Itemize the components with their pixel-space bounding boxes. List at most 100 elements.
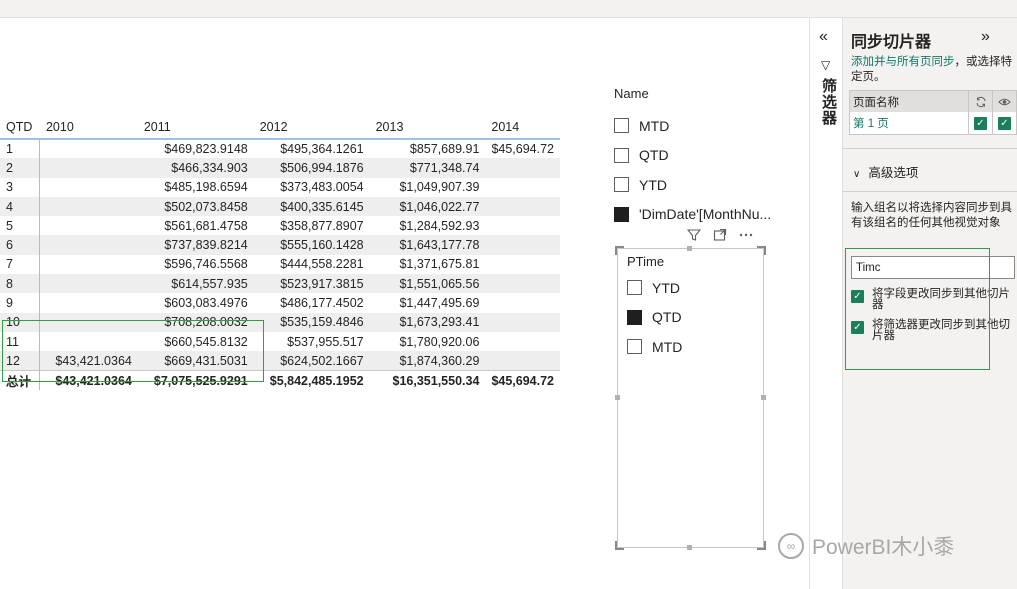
table-cell (485, 197, 560, 216)
resize-corner[interactable] (615, 541, 624, 550)
slicer-item-label: YTD (639, 176, 667, 193)
table-cell: $1,780,920.06 (399, 334, 480, 349)
table-cell: $537,955.517 (287, 334, 364, 349)
table-cell (485, 313, 560, 332)
slicer-item[interactable]: MTD (627, 332, 682, 362)
collapse-pane-icon[interactable]: » (981, 28, 990, 46)
row-header: 7 (0, 254, 41, 275)
filter-icon[interactable] (686, 228, 702, 245)
table-row[interactable]: 3 $485,198.6594 $373,483.0054 $1,049,907.39 (0, 177, 560, 197)
filter-pane-label[interactable]: 筛选器 (818, 78, 839, 126)
table-cell: $561,681.4758 (164, 218, 248, 233)
slicer-title: Name (614, 86, 649, 101)
slicer-checkbox[interactable] (627, 280, 642, 296)
page-name-link[interactable]: 第 1 页 (850, 115, 968, 131)
matrix-header-row: QTD 2010 2011 2012 2013 2014 (0, 115, 560, 139)
sync-icon (968, 91, 992, 112)
slicer-item[interactable]: QTD (614, 141, 814, 171)
slicer-item[interactable]: YTD (614, 170, 814, 200)
slicer-item-label: MTD (639, 117, 670, 134)
sync-pages-table: 页面名称 第 1 页 ✓ ✓ (849, 90, 1017, 135)
focus-mode-icon[interactable] (712, 228, 728, 245)
resize-corner[interactable] (757, 541, 766, 550)
table-cell (40, 158, 138, 177)
slicer-item[interactable]: MTD (614, 111, 814, 141)
funnel-icon: ▽ (821, 58, 831, 72)
slicer-checkbox[interactable] (614, 206, 629, 222)
table-cell (485, 178, 560, 197)
table-cell: $857,689.91 (409, 142, 480, 157)
name-slicer[interactable]: Name MTD QTD YTD 'DimDate'[MonthNu... (614, 86, 814, 229)
table-row[interactable]: 7 $596,746.5568 $444,558.2281 $1,371,675.81 (0, 254, 560, 275)
table-row[interactable]: 1 $469,823.9148 $495,364.1261 $857,689.91 $4… (0, 139, 560, 159)
table-cell: $1,049,907.39 (399, 180, 480, 195)
row-header: 1 (0, 139, 41, 159)
slicer-item[interactable]: YTD (627, 273, 682, 303)
table-cell: $596,746.5568 (164, 257, 248, 272)
table-row[interactable]: 4 $502,073.8458 $400,335.6145 $1,046,022.77 (0, 196, 560, 217)
matrix-col-header[interactable]: 2012 (254, 115, 370, 139)
table-cell (40, 255, 138, 274)
table-cell: $523,917.3815 (280, 276, 364, 291)
slicer-item[interactable]: QTD (627, 303, 682, 333)
table-cell: $1,551,065.56 (399, 276, 480, 291)
table-cell (485, 332, 560, 351)
row-header: 9 (0, 293, 41, 313)
slicer-item-label: 'DimDate'[MonthNu... (639, 206, 772, 223)
slicer-checkbox[interactable] (614, 177, 629, 193)
sync-all-pages-link[interactable]: 添加并与所有页同步 (851, 56, 955, 68)
visual-header (686, 228, 754, 245)
table-cell (40, 235, 138, 254)
row-header: 4 (0, 196, 41, 217)
matrix-col-header[interactable]: 2010 (40, 115, 138, 139)
table-cell (485, 255, 560, 274)
slicer-checkbox[interactable] (614, 118, 629, 134)
table-cell (40, 178, 138, 197)
table-cell: $1,673,293.41 (399, 315, 480, 330)
sync-description: 添加并与所有页同步，或选择特定页。 (851, 55, 1017, 85)
resize-handle[interactable] (687, 545, 692, 550)
table-cell: $535,159.4846 (280, 315, 364, 330)
slicer-item[interactable]: 'DimDate'[MonthNu... (614, 200, 814, 230)
table-cell (485, 158, 560, 177)
table-cell: $1,284,592.93 (399, 218, 480, 233)
sync-checkbox[interactable]: ✓ (974, 116, 987, 130)
matrix-col-header[interactable]: 2013 (370, 115, 486, 139)
resize-handle[interactable] (761, 395, 766, 400)
table-cell (485, 216, 560, 235)
table-row[interactable]: 9 $603,083.4976 $486,177.4502 $1,447,495.69 (0, 293, 560, 313)
more-options-icon[interactable] (738, 228, 754, 245)
resize-corner[interactable] (757, 246, 766, 255)
matrix-col-header[interactable]: 2011 (138, 115, 254, 139)
advanced-options-label: 高级选项 (868, 166, 919, 180)
top-toolbar (0, 0, 1017, 18)
resize-handle[interactable] (615, 395, 620, 400)
sync-table-row: 第 1 页 ✓ ✓ (850, 112, 1016, 134)
total-cell: $5,842,485.1952 (253, 370, 370, 391)
ptime-slicer[interactable]: PTime YTD QTD MTD (615, 246, 766, 550)
resize-handle[interactable] (687, 246, 692, 251)
resize-corner[interactable] (615, 246, 624, 255)
pane-title: 同步切片器 (851, 34, 932, 51)
slicer-item-label: YTD (652, 279, 680, 296)
matrix-col-header[interactable]: 2014 (485, 115, 560, 139)
table-row[interactable]: 8 $614,557.935 $523,917.3815 $1,551,065.56 (0, 274, 560, 294)
expand-filters-icon[interactable]: « (819, 28, 828, 46)
filter-pane-collapsed[interactable]: « ▽ 筛选器 (809, 18, 843, 589)
slicer-checkbox[interactable] (627, 309, 642, 325)
slicer-checkbox[interactable] (627, 339, 642, 355)
table-row[interactable]: 2 $466,334.903 $506,994.1876 $771,348.74 (0, 158, 560, 178)
table-cell (485, 293, 560, 312)
matrix-col-header[interactable]: QTD (0, 115, 40, 139)
row-header: 3 (0, 177, 41, 197)
column-page-name: 页面名称 (853, 96, 899, 109)
table-cell: $737,839.8214 (164, 238, 248, 253)
group-name-description: 输入组名以将选择内容同步到具有该组名的任何其他视觉对象 (851, 202, 1012, 229)
advanced-options-toggle[interactable]: ∨ 高级选项 (853, 162, 918, 181)
visible-checkbox[interactable]: ✓ (998, 116, 1011, 130)
table-cell: $502,073.8458 (164, 199, 248, 214)
table-row[interactable]: 6 $737,839.8214 $555,160.1428 $1,643,177.78 (0, 235, 560, 255)
table-row[interactable]: 5 $561,681.4758 $358,877.8907 $1,284,592.93 (0, 216, 560, 236)
table-cell: $444,558.2281 (280, 257, 364, 272)
slicer-checkbox[interactable] (614, 147, 629, 163)
